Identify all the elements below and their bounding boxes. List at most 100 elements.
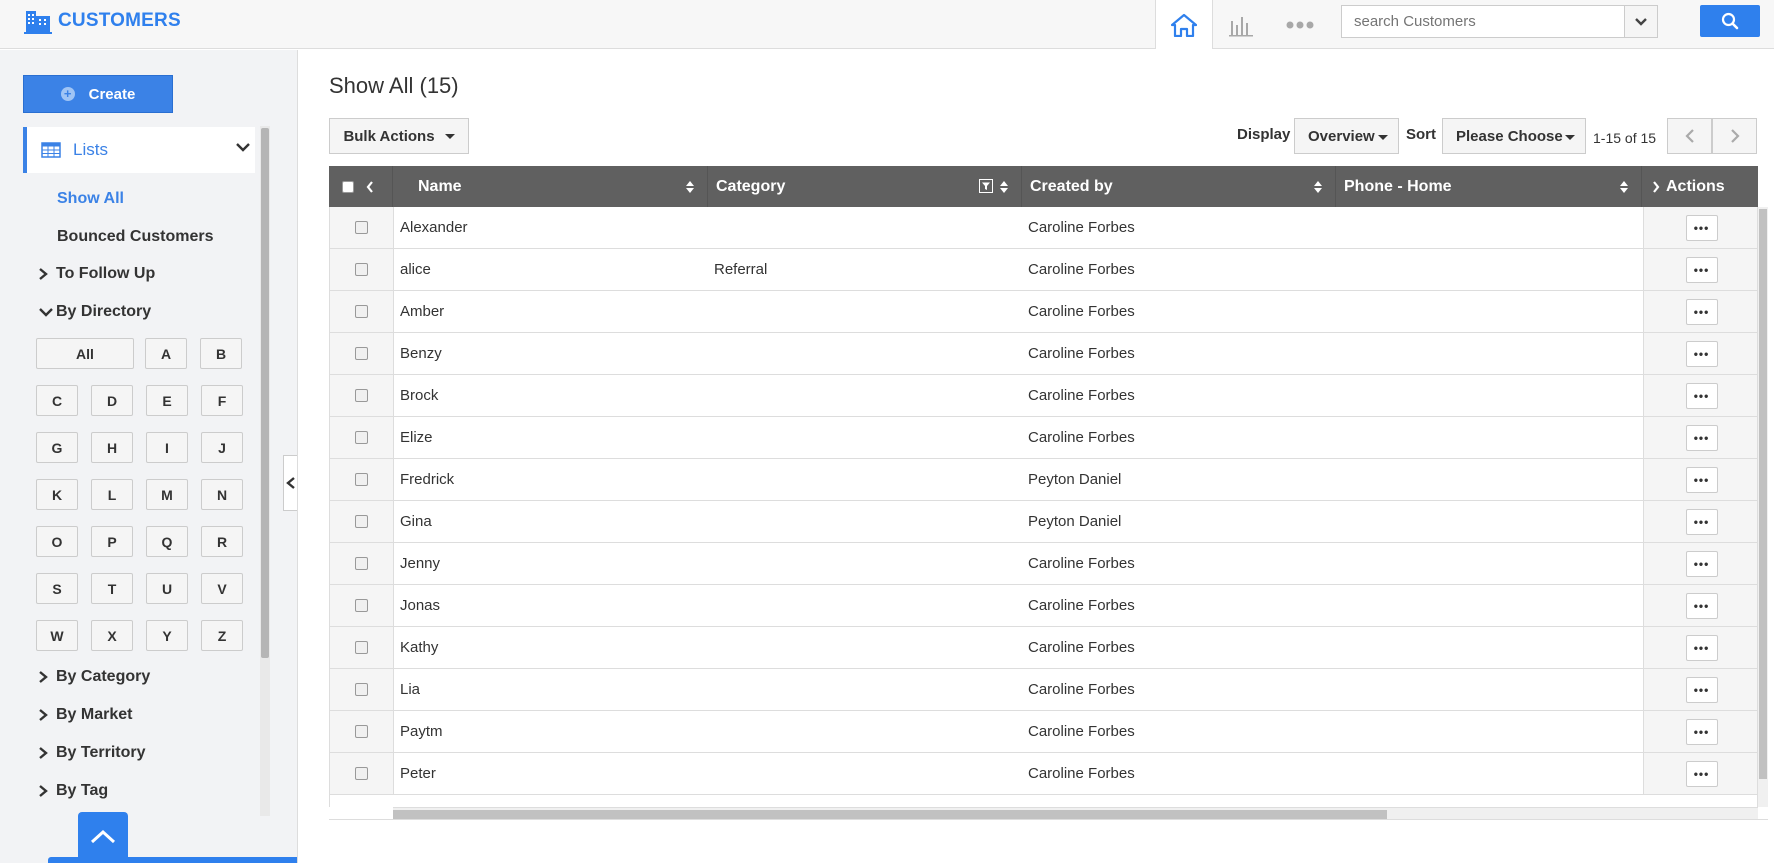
directory-letter-button[interactable]: X (91, 620, 133, 651)
sidebar-group-by-directory[interactable]: By Directory (38, 303, 151, 321)
search-button[interactable] (1700, 5, 1760, 37)
directory-letter-button[interactable]: I (146, 432, 188, 463)
cell-name[interactable]: Jonas (400, 585, 700, 626)
directory-letter-button[interactable]: K (36, 479, 78, 510)
sidebar-item-bounced-customers[interactable]: Bounced Customers (57, 228, 213, 246)
nav-more[interactable] (1271, 0, 1329, 49)
directory-letter-button[interactable]: H (91, 432, 133, 463)
row-checkbox[interactable] (355, 263, 368, 276)
row-checkbox[interactable] (355, 557, 368, 570)
directory-letter-button[interactable]: V (201, 573, 243, 604)
sidebar-group-to-follow-up[interactable]: To Follow Up (38, 265, 155, 283)
next-page-button[interactable] (1712, 118, 1757, 154)
directory-letter-button[interactable]: D (91, 385, 133, 416)
cell-name[interactable]: alice (400, 249, 700, 290)
collapse-sidebar-button[interactable] (283, 455, 297, 511)
create-button[interactable]: + Create (23, 75, 173, 113)
directory-letter-button[interactable]: S (36, 573, 78, 604)
directory-letter-button[interactable]: T (91, 573, 133, 604)
search-input[interactable] (1342, 6, 1624, 37)
table-row[interactable]: Jenny Caroline Forbes ••• (330, 543, 1757, 585)
row-checkbox[interactable] (355, 473, 368, 486)
row-actions-button[interactable]: ••• (1685, 550, 1718, 577)
row-checkbox[interactable] (355, 347, 368, 360)
sort-icon[interactable] (1619, 180, 1629, 194)
search-filter-dropdown[interactable] (1624, 6, 1657, 37)
row-checkbox[interactable] (355, 389, 368, 402)
directory-letter-button[interactable]: L (91, 479, 133, 510)
directory-letter-button[interactable]: F (201, 385, 243, 416)
table-row[interactable]: Kathy Caroline Forbes ••• (330, 627, 1757, 669)
bottom-tray-bar[interactable] (48, 857, 297, 863)
directory-letter-button[interactable]: W (36, 620, 78, 651)
cell-name[interactable]: Fredrick (400, 459, 700, 500)
column-header-name[interactable]: Name (393, 166, 708, 207)
directory-letter-button[interactable]: E (146, 385, 188, 416)
column-header-category[interactable]: Category (708, 166, 1022, 207)
row-actions-button[interactable]: ••• (1685, 718, 1718, 745)
row-actions-button[interactable]: ••• (1685, 676, 1718, 703)
row-actions-button[interactable]: ••• (1685, 508, 1718, 535)
directory-letter-button[interactable]: G (36, 432, 78, 463)
directory-letter-button[interactable]: C (36, 385, 78, 416)
cell-name[interactable]: Kathy (400, 627, 700, 668)
app-logo[interactable]: CUSTOMERS (24, 8, 181, 34)
sort-select[interactable]: Please Choose (1442, 118, 1586, 154)
row-checkbox[interactable] (355, 599, 368, 612)
sort-icon[interactable] (685, 180, 695, 194)
sidebar-group-by-category[interactable]: By Category (38, 668, 150, 686)
row-actions-button[interactable]: ••• (1685, 382, 1718, 409)
table-row[interactable]: Paytm Caroline Forbes ••• (330, 711, 1757, 753)
directory-letter-button[interactable]: B (200, 338, 242, 369)
row-checkbox[interactable] (355, 515, 368, 528)
cell-name[interactable]: Lia (400, 669, 700, 710)
table-row[interactable]: Amber Caroline Forbes ••• (330, 291, 1757, 333)
directory-letter-button[interactable]: P (91, 526, 133, 557)
cell-name[interactable]: Alexander (400, 207, 700, 248)
cell-name[interactable]: Paytm (400, 711, 700, 752)
column-header-created-by[interactable]: Created by (1022, 166, 1336, 207)
sort-icon[interactable] (1313, 180, 1323, 194)
scroll-to-top-button[interactable] (78, 812, 128, 862)
row-actions-button[interactable]: ••• (1685, 592, 1718, 619)
directory-letter-button[interactable]: O (36, 526, 78, 557)
cell-name[interactable]: Amber (400, 291, 700, 332)
row-checkbox[interactable] (355, 641, 368, 654)
directory-letter-button[interactable]: U (146, 573, 188, 604)
scrollbar-thumb[interactable] (1759, 209, 1767, 779)
sidebar-scrollbar[interactable] (260, 126, 270, 816)
nav-home[interactable] (1155, 0, 1213, 49)
cell-name[interactable]: Elize (400, 417, 700, 458)
table-row[interactable]: Brock Caroline Forbes ••• (330, 375, 1757, 417)
bulk-actions-button[interactable]: Bulk Actions (329, 118, 469, 154)
sidebar-group-by-territory[interactable]: By Territory (38, 744, 146, 762)
scrollbar-thumb[interactable] (393, 810, 1387, 819)
row-actions-button[interactable]: ••• (1685, 466, 1718, 493)
row-checkbox[interactable] (355, 431, 368, 444)
directory-letter-button[interactable]: Q (146, 526, 188, 557)
directory-letter-button[interactable]: A (145, 338, 187, 369)
row-checkbox[interactable] (355, 725, 368, 738)
row-checkbox[interactable] (355, 683, 368, 696)
column-header-actions[interactable]: Actions (1642, 166, 1758, 207)
row-actions-button[interactable]: ••• (1685, 340, 1718, 367)
row-actions-button[interactable]: ••• (1685, 634, 1718, 661)
chevron-right-icon[interactable] (1652, 180, 1660, 193)
cell-name[interactable]: Brock (400, 375, 700, 416)
row-checkbox[interactable] (355, 221, 368, 234)
table-row[interactable]: Peter Caroline Forbes ••• (330, 753, 1757, 795)
table-row[interactable]: Jonas Caroline Forbes ••• (330, 585, 1757, 627)
cell-name[interactable]: Peter (400, 753, 700, 794)
filter-icon[interactable] (979, 179, 993, 193)
table-row[interactable]: Alexander Caroline Forbes ••• (330, 207, 1757, 249)
cell-name[interactable]: Benzy (400, 333, 700, 374)
sort-icon[interactable] (999, 180, 1009, 194)
row-actions-button[interactable]: ••• (1685, 214, 1718, 241)
row-actions-button[interactable]: ••• (1685, 298, 1718, 325)
scrollbar-thumb[interactable] (261, 128, 269, 658)
column-header-phone-home[interactable]: Phone - Home (1336, 166, 1642, 207)
directory-letter-button[interactable]: M (146, 479, 188, 510)
sidebar-item-show-all[interactable]: Show All (57, 190, 124, 208)
display-select[interactable]: Overview (1294, 118, 1399, 154)
prev-page-button[interactable] (1667, 118, 1712, 154)
